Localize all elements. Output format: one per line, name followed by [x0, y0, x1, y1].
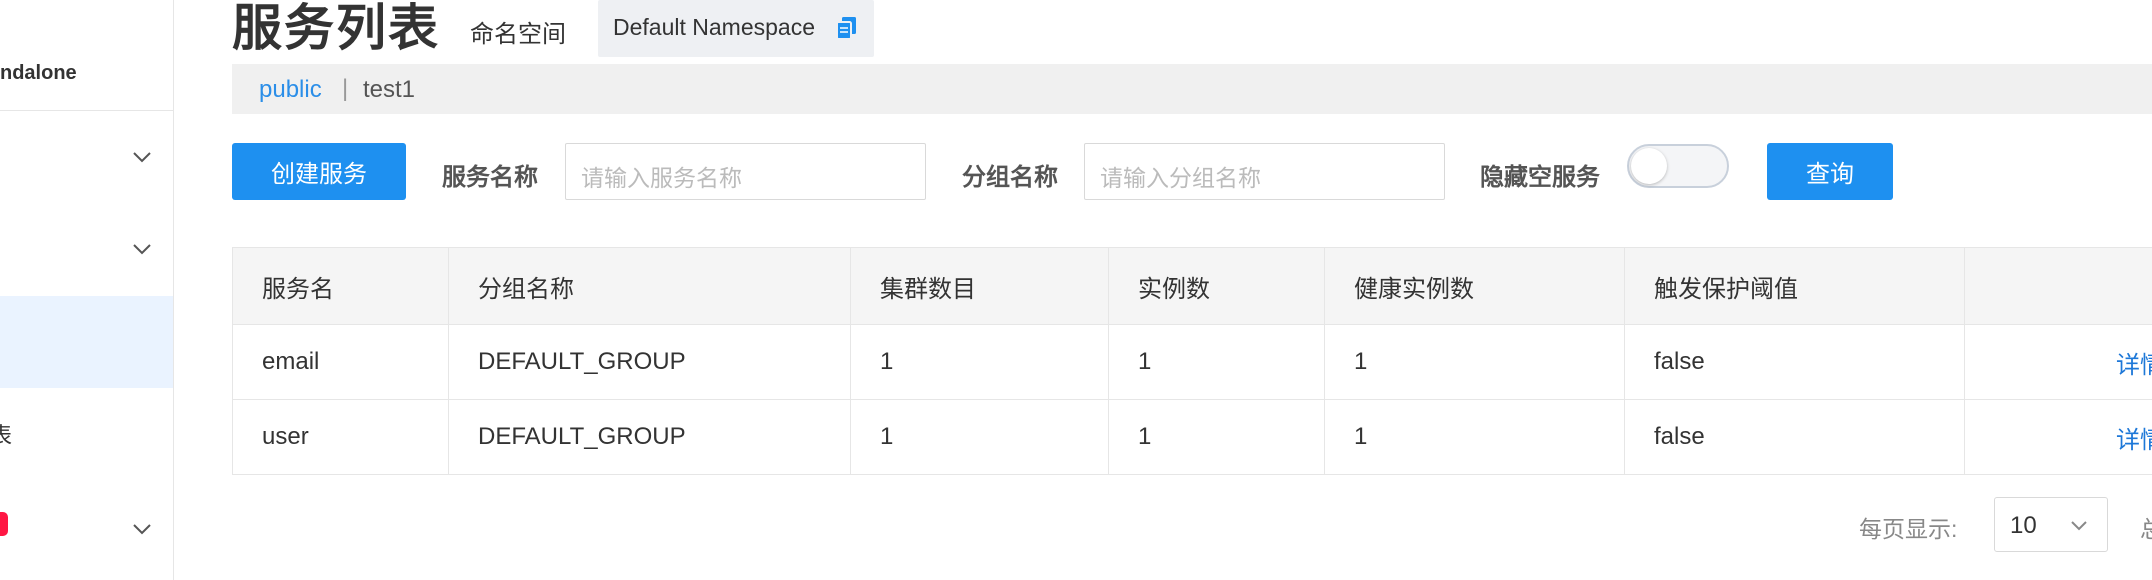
per-page-label: 每页显示:: [1859, 516, 1958, 542]
group-name-label: 分组名称: [962, 164, 1058, 191]
column-header: 健康实例数: [1324, 247, 1625, 325]
column-header: 触发保护阈值: [1624, 247, 1965, 325]
page-title: 服务列表: [232, 0, 440, 56]
cell-protect-threshold: false: [1624, 399, 1965, 475]
group-name-placeholder: 请输入分组名称: [1100, 165, 1261, 191]
cell-group-name: DEFAULT_GROUP: [448, 324, 851, 400]
cell-service-name: user: [232, 399, 449, 475]
total-label: 总: [2140, 516, 2152, 542]
hide-empty-services-toggle[interactable]: [1627, 144, 1729, 188]
namespace-bar: public | test1: [232, 64, 2152, 114]
query-button[interactable]: 查询: [1767, 143, 1893, 200]
cell-instance-count: 1: [1108, 324, 1325, 400]
notification-badge: [0, 512, 8, 536]
sidebar-mode-label: ndalone: [0, 62, 77, 84]
column-header: [1964, 247, 2152, 325]
chevron-down-icon: [133, 524, 151, 535]
main-content: 服务列表 命名空间 Default Namespace public | tes…: [232, 0, 2152, 580]
service-name-label: 服务名称: [442, 164, 538, 191]
cell-actions: 详情: [1964, 399, 2152, 475]
namespace-tab-test1[interactable]: test1: [363, 76, 415, 104]
sidebar-item-2[interactable]: [0, 204, 173, 296]
column-header: 服务名: [232, 247, 449, 325]
sidebar-item-1[interactable]: [0, 112, 173, 204]
service-table: 服务名 分组名称 集群数目 实例数 健康实例数 触发保护阈值 email DEF…: [232, 247, 2152, 475]
namespace-label: 命名空间: [470, 21, 566, 48]
chevron-down-icon: [2071, 521, 2087, 531]
sidebar-item-label: 表: [0, 418, 12, 450]
cell-service-name: email: [232, 324, 449, 400]
namespace-value: Default Namespace: [613, 14, 815, 40]
cell-protect-threshold: false: [1624, 324, 1965, 400]
create-service-button[interactable]: 创建服务: [232, 143, 406, 200]
namespace-separator: |: [342, 75, 349, 102]
sidebar-mode-section: ndalone: [0, 38, 173, 111]
cell-healthy-count: 1: [1324, 324, 1625, 400]
namespace-tab-public[interactable]: public: [259, 76, 322, 104]
per-page-value: 10: [2010, 512, 2037, 539]
cell-cluster-count: 1: [850, 324, 1109, 400]
sidebar-item-active[interactable]: [0, 296, 173, 388]
cell-healthy-count: 1: [1324, 399, 1625, 475]
service-name-input[interactable]: 请输入服务名称: [565, 143, 926, 200]
hide-empty-services-label: 隐藏空服务: [1480, 164, 1600, 191]
detail-link[interactable]: 详情: [2116, 352, 2152, 379]
chevron-down-icon: [133, 244, 151, 255]
sidebar-item-service-list[interactable]: 表: [0, 388, 173, 480]
cell-instance-count: 1: [1108, 399, 1325, 475]
copy-icon[interactable]: [836, 16, 858, 40]
service-name-placeholder: 请输入服务名称: [581, 165, 742, 191]
table-row: email DEFAULT_GROUP 1 1 1 false 详情: [232, 324, 2152, 400]
cell-cluster-count: 1: [850, 399, 1109, 475]
column-header: 实例数: [1108, 247, 1325, 325]
cell-group-name: DEFAULT_GROUP: [448, 399, 851, 475]
sidebar: ndalone 表: [0, 0, 174, 580]
per-page-select[interactable]: 10: [1994, 497, 2108, 552]
table-header-row: 服务名 分组名称 集群数目 实例数 健康实例数 触发保护阈值: [232, 247, 2152, 325]
sidebar-item-5[interactable]: [0, 480, 173, 572]
detail-link[interactable]: 详情: [2116, 427, 2152, 454]
toggle-knob: [1631, 148, 1667, 184]
cell-actions: 详情: [1964, 324, 2152, 400]
column-header: 分组名称: [448, 247, 851, 325]
table-row: user DEFAULT_GROUP 1 1 1 false 详情: [232, 399, 2152, 475]
chevron-down-icon: [133, 152, 151, 163]
column-header: 集群数目: [850, 247, 1109, 325]
group-name-input[interactable]: 请输入分组名称: [1084, 143, 1445, 200]
namespace-display: Default Namespace: [598, 0, 874, 57]
